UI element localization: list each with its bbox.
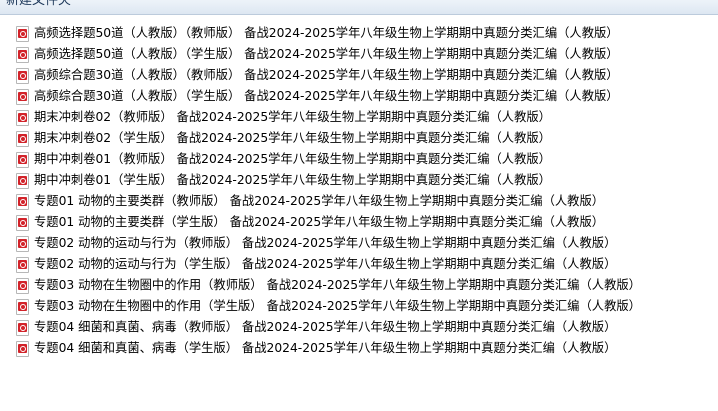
file-name: 高频综合题30道（人教版）（教师版） 备战2024-2025学年八年级生物上学期… xyxy=(34,68,619,82)
file-name: 专题02 动物的运动与行为（学生版） 备战2024-2025学年八年级生物上学期… xyxy=(34,257,617,271)
file-name: 专题03 动物在生物圈中的作用（教师版） 备战2024-2025学年八年级生物上… xyxy=(34,278,641,292)
file-name: 专题01 动物的主要类群（学生版） 备战2024-2025学年八年级生物上学期期… xyxy=(34,215,605,229)
file-name: 高频综合题30道（人教版）（学生版） 备战2024-2025学年八年级生物上学期… xyxy=(34,89,619,103)
explorer-window: 新建文件夹 高频选择题50道（人教版）（教师版） 备战2024-2025学年八年… xyxy=(0,0,718,411)
file-name: 专题04 细菌和真菌、病毒（学生版） 备战2024-2025学年八年级生物上学期… xyxy=(34,341,617,355)
file-item[interactable]: 高频选择题50道（人教版）（学生版） 备战2024-2025学年八年级生物上学期… xyxy=(16,44,641,65)
file-name: 高频选择题50道（人教版）（学生版） 备战2024-2025学年八年级生物上学期… xyxy=(34,47,619,61)
pdf-file-icon xyxy=(16,25,29,42)
folder-header: 新建文件夹 xyxy=(0,0,718,15)
file-name: 专题03 动物在生物圈中的作用（学生版） 备战2024-2025学年八年级生物上… xyxy=(34,299,641,313)
file-item[interactable]: 期末冲刺卷02（教师版） 备战2024-2025学年八年级生物上学期期中真题分类… xyxy=(16,107,641,128)
file-item[interactable]: 专题02 动物的运动与行为（学生版） 备战2024-2025学年八年级生物上学期… xyxy=(16,254,641,275)
file-name: 专题01 动物的主要类群（教师版） 备战2024-2025学年八年级生物上学期期… xyxy=(34,194,605,208)
file-name: 期中冲刺卷01（教师版） 备战2024-2025学年八年级生物上学期期中真题分类… xyxy=(34,152,551,166)
pdf-file-icon xyxy=(16,130,29,147)
file-item[interactable]: 专题04 细菌和真菌、病毒（学生版） 备战2024-2025学年八年级生物上学期… xyxy=(16,338,641,359)
file-item[interactable]: 专题01 动物的主要类群（教师版） 备战2024-2025学年八年级生物上学期期… xyxy=(16,191,641,212)
pdf-file-icon xyxy=(16,298,29,315)
pdf-file-icon xyxy=(16,46,29,63)
file-item[interactable]: 专题03 动物在生物圈中的作用（教师版） 备战2024-2025学年八年级生物上… xyxy=(16,275,641,296)
pdf-file-icon xyxy=(16,256,29,273)
pdf-file-icon xyxy=(16,340,29,357)
file-item[interactable]: 专题01 动物的主要类群（学生版） 备战2024-2025学年八年级生物上学期期… xyxy=(16,212,641,233)
file-item[interactable]: 期末冲刺卷02（学生版） 备战2024-2025学年八年级生物上学期期中真题分类… xyxy=(16,128,641,149)
file-name: 专题04 细菌和真菌、病毒（教师版） 备战2024-2025学年八年级生物上学期… xyxy=(34,320,617,334)
file-item[interactable]: 专题04 细菌和真菌、病毒（教师版） 备战2024-2025学年八年级生物上学期… xyxy=(16,317,641,338)
pdf-file-icon xyxy=(16,151,29,168)
pdf-file-icon xyxy=(16,277,29,294)
pdf-file-icon xyxy=(16,319,29,336)
file-name: 期末冲刺卷02（教师版） 备战2024-2025学年八年级生物上学期期中真题分类… xyxy=(34,110,551,124)
pdf-file-icon xyxy=(16,88,29,105)
file-item[interactable]: 高频综合题30道（人教版）（学生版） 备战2024-2025学年八年级生物上学期… xyxy=(16,86,641,107)
file-item[interactable]: 专题03 动物在生物圈中的作用（学生版） 备战2024-2025学年八年级生物上… xyxy=(16,296,641,317)
file-name: 期末冲刺卷02（学生版） 备战2024-2025学年八年级生物上学期期中真题分类… xyxy=(34,131,551,145)
file-item[interactable]: 高频选择题50道（人教版）（教师版） 备战2024-2025学年八年级生物上学期… xyxy=(16,23,641,44)
pdf-file-icon xyxy=(16,67,29,84)
file-item[interactable]: 期中冲刺卷01（教师版） 备战2024-2025学年八年级生物上学期期中真题分类… xyxy=(16,149,641,170)
pdf-file-icon xyxy=(16,235,29,252)
pdf-file-icon xyxy=(16,214,29,231)
file-item[interactable]: 专题02 动物的运动与行为（教师版） 备战2024-2025学年八年级生物上学期… xyxy=(16,233,641,254)
pdf-file-icon xyxy=(16,172,29,189)
folder-title: 新建文件夹 xyxy=(6,0,72,8)
file-name: 高频选择题50道（人教版）（教师版） 备战2024-2025学年八年级生物上学期… xyxy=(34,26,619,40)
file-name: 专题02 动物的运动与行为（教师版） 备战2024-2025学年八年级生物上学期… xyxy=(34,236,617,250)
file-name: 期中冲刺卷01（学生版） 备战2024-2025学年八年级生物上学期期中真题分类… xyxy=(34,173,551,187)
file-item[interactable]: 高频综合题30道（人教版）（教师版） 备战2024-2025学年八年级生物上学期… xyxy=(16,65,641,86)
pdf-file-icon xyxy=(16,109,29,126)
file-item[interactable]: 期中冲刺卷01（学生版） 备战2024-2025学年八年级生物上学期期中真题分类… xyxy=(16,170,641,191)
pdf-file-icon xyxy=(16,193,29,210)
file-list: 高频选择题50道（人教版）（教师版） 备战2024-2025学年八年级生物上学期… xyxy=(16,23,641,359)
